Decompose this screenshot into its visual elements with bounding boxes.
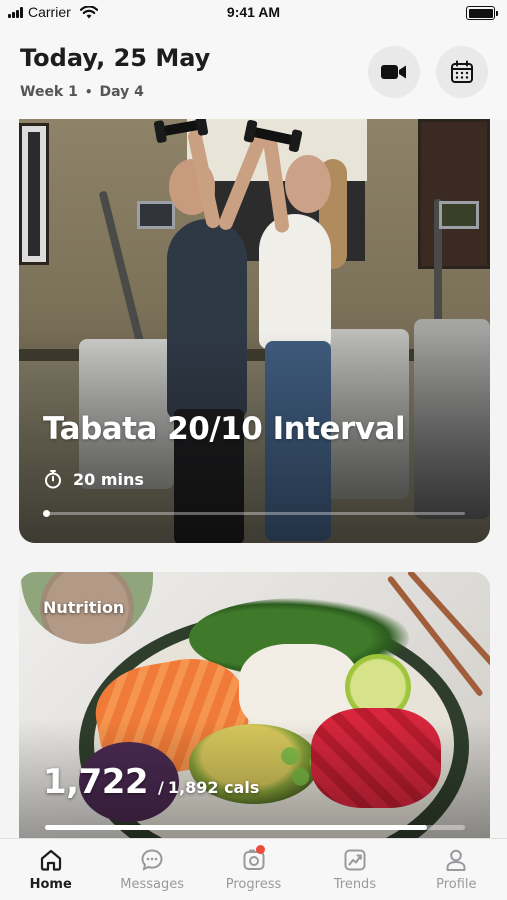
calories-goal: 1,892 cals bbox=[167, 778, 260, 797]
chat-bubble-icon bbox=[141, 849, 163, 871]
video-camera-icon bbox=[381, 65, 406, 79]
calorie-progress-bar bbox=[45, 825, 465, 830]
day-label: Day 4 bbox=[99, 84, 144, 100]
trend-chart-icon bbox=[344, 849, 366, 871]
calendar-icon bbox=[451, 60, 473, 83]
calorie-progress-fill bbox=[45, 825, 428, 830]
person-icon bbox=[446, 849, 466, 871]
workout-progress-bar bbox=[43, 510, 465, 517]
tab-profile[interactable]: Profile bbox=[406, 839, 507, 900]
tab-label-home: Home bbox=[29, 877, 72, 892]
workout-progress-knob bbox=[43, 510, 50, 517]
nutrition-card[interactable]: Nutrition 1,722 / 1,892 cals bbox=[19, 572, 490, 838]
duration-label: 20 mins bbox=[73, 469, 144, 489]
calendar-button[interactable] bbox=[436, 46, 488, 98]
calorie-separator: / bbox=[158, 778, 164, 797]
tab-bar: Home Messages Progress Trends Profile bbox=[0, 838, 507, 900]
week-label: Week 1 bbox=[20, 84, 78, 100]
workout-duration: 20 mins bbox=[43, 469, 144, 489]
status-time: 9:41 AM bbox=[226, 4, 281, 20]
tab-label-profile: Profile bbox=[436, 877, 477, 892]
workout-title: Tabata 20/10 Interval bbox=[43, 411, 406, 447]
header: Today, 25 May Week 1 • Day 4 bbox=[0, 28, 507, 120]
workout-card[interactable]: Tabata 20/10 Interval 20 mins bbox=[19, 119, 490, 543]
calorie-summary: 1,722 / 1,892 cals bbox=[43, 762, 259, 802]
program-position: Week 1 • Day 4 bbox=[20, 84, 144, 100]
tab-label-trends: Trends bbox=[333, 877, 377, 892]
video-button[interactable] bbox=[368, 46, 420, 98]
stopwatch-icon bbox=[45, 470, 61, 489]
status-bar: Carrier 9:41 AM bbox=[0, 0, 507, 28]
tab-trends[interactable]: Trends bbox=[304, 839, 405, 900]
tab-messages[interactable]: Messages bbox=[101, 839, 202, 900]
battery-icon bbox=[466, 6, 498, 20]
nutrition-label: Nutrition bbox=[43, 598, 125, 617]
progress-notification-dot bbox=[255, 845, 265, 854]
tab-home[interactable]: Home bbox=[0, 839, 101, 900]
calories-consumed: 1,722 bbox=[43, 762, 149, 802]
tab-progress[interactable]: Progress bbox=[203, 839, 304, 900]
tab-label-progress: Progress bbox=[225, 877, 282, 892]
home-icon bbox=[40, 849, 61, 871]
separator-dot: • bbox=[84, 85, 93, 99]
page-title: Today, 25 May bbox=[20, 44, 211, 72]
tab-label-messages: Messages bbox=[120, 877, 184, 892]
